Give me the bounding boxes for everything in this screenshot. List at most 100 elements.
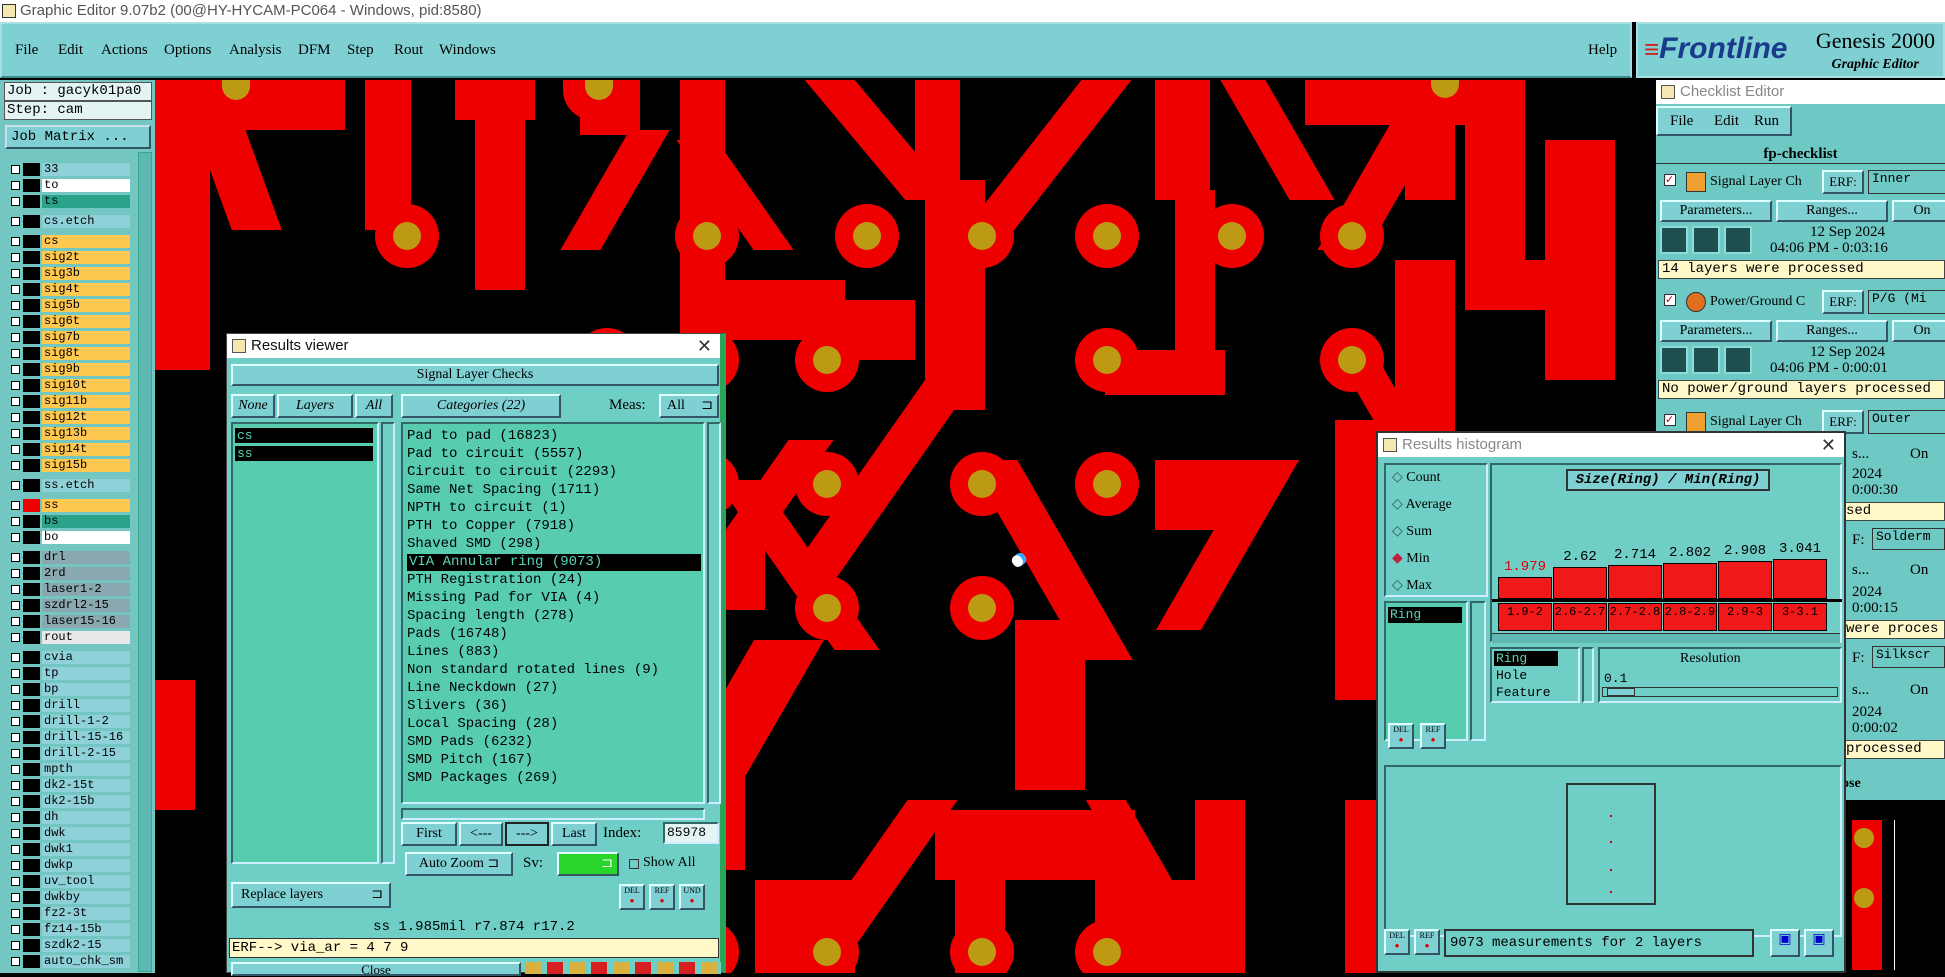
meas-dropdown[interactable]: All ⊐ [659, 394, 719, 418]
layer-checkbox[interactable] [11, 197, 20, 206]
close-button[interactable]: Close [231, 962, 521, 976]
layer-checkbox[interactable] [11, 569, 20, 578]
on-button[interactable]: On [1910, 446, 1928, 463]
metric-list[interactable]: Ring Hole Feature [1490, 647, 1580, 703]
check-enabled-checkbox[interactable]: ✓ [1664, 174, 1676, 186]
layer-row[interactable]: drill-15-16 [8, 730, 130, 745]
layer-row[interactable]: dk2-15t [8, 778, 130, 793]
category-item[interactable]: Shaved SMD (298) [407, 536, 541, 553]
close-icon[interactable]: ✕ [697, 334, 712, 358]
layer-name[interactable]: ss.etch [42, 479, 130, 492]
delete-icon[interactable]: DEL ● [1384, 929, 1410, 955]
plot-icon[interactable]: ▣ [1770, 929, 1800, 957]
metric-option[interactable]: Ring [1494, 651, 1558, 666]
category-item[interactable]: Spacing length (278) [407, 608, 575, 625]
layer-name[interactable]: sig5b [42, 299, 130, 312]
layer-name[interactable]: sig15b [42, 459, 130, 472]
on-button[interactable]: On [1892, 200, 1945, 222]
layer-row[interactable]: mpth [8, 762, 130, 777]
histogram-bar[interactable] [1553, 567, 1607, 599]
category-scrollbar[interactable] [707, 422, 721, 804]
layer-name[interactable]: drill-15-16 [42, 731, 130, 744]
layer-name[interactable]: dwkp [42, 859, 130, 872]
plot-icon[interactable]: ▣ [1804, 929, 1834, 957]
layer-name[interactable]: mpth [42, 763, 130, 776]
layer-checkbox[interactable] [11, 925, 20, 934]
layer-name[interactable]: bs [42, 515, 130, 528]
layer-list-scrollbar[interactable] [381, 422, 395, 864]
mode-radio-average[interactable]: ◇ Average [1392, 496, 1452, 513]
layer-checkbox[interactable] [11, 301, 20, 310]
last-button[interactable]: Last [551, 822, 597, 846]
histogram-list-scrollbar[interactable] [1470, 601, 1486, 741]
layer-checkbox[interactable] [11, 461, 20, 470]
layer-row[interactable]: sig4t [8, 282, 130, 297]
run-icon[interactable] [1660, 346, 1688, 374]
category-item[interactable]: SMD Packages (269) [407, 770, 558, 787]
layer-row[interactable]: ss.etch [8, 478, 130, 493]
layer-row[interactable]: dh [8, 810, 130, 825]
layer-result-item[interactable]: cs [235, 428, 373, 443]
layer-name[interactable]: sig6t [42, 315, 130, 328]
layer-name[interactable]: szdrl2-15 [42, 599, 130, 612]
layer-results-list[interactable]: cs ss [231, 422, 379, 864]
layer-name[interactable]: fz2-3t [42, 907, 130, 920]
layer-name[interactable]: cs [42, 235, 130, 248]
layer-checkbox[interactable] [11, 501, 20, 510]
index-field[interactable]: 85978 [663, 822, 719, 844]
layer-name[interactable]: rout [42, 631, 130, 644]
run-icon[interactable] [1692, 226, 1720, 254]
layer-name[interactable]: sig12t [42, 411, 130, 424]
metric-scrollbar[interactable] [1582, 647, 1594, 703]
layer-name[interactable]: 2rd [42, 567, 130, 580]
layer-checkbox[interactable] [11, 349, 20, 358]
layer-row[interactable]: cs.etch [8, 214, 130, 229]
layer-row[interactable]: dwkby [8, 890, 130, 905]
on-button[interactable]: On [1910, 562, 1928, 579]
histogram-bar[interactable] [1773, 559, 1827, 599]
ranges-button[interactable]: Ranges... [1776, 200, 1888, 222]
erf-value[interactable]: Silkscr [1872, 646, 1945, 668]
category-item[interactable]: Line Neckdown (27) [407, 680, 558, 697]
layer-row[interactable]: 33 [8, 162, 130, 177]
category-item[interactable]: PTH Registration (24) [407, 572, 583, 589]
prev-button[interactable]: <--- [459, 822, 503, 846]
layer-name[interactable]: dk2-15b [42, 795, 130, 808]
layer-checkbox[interactable] [11, 717, 20, 726]
layer-name[interactable]: dh [42, 811, 130, 824]
run-icon[interactable] [1692, 346, 1720, 374]
layer-checkbox[interactable] [11, 941, 20, 950]
layer-name[interactable]: drill-2-15 [42, 747, 130, 760]
menu-help[interactable]: Help [1588, 42, 1617, 59]
layer-checkbox[interactable] [11, 861, 20, 870]
parameters-button[interactable]: Parameters... [1660, 200, 1772, 222]
menu-edit[interactable]: Edit [58, 42, 83, 59]
category-hscrollbar[interactable] [401, 808, 705, 820]
layer-row[interactable]: sig2t [8, 250, 130, 265]
layer-row[interactable]: drill [8, 698, 130, 713]
resolution-slider[interactable] [1602, 687, 1838, 697]
layer-name[interactable]: cs.etch [42, 215, 130, 228]
layers-all-button[interactable]: All [355, 394, 393, 418]
category-item[interactable]: Circuit to circuit (2293) [407, 464, 617, 481]
layer-row[interactable]: laser15-16 [8, 614, 130, 629]
checklist-menu-file[interactable]: File [1670, 113, 1693, 130]
checklist-menu-run[interactable]: Run [1754, 113, 1779, 130]
layer-checkbox[interactable] [11, 429, 20, 438]
layer-name[interactable]: to [42, 179, 130, 192]
run-icon[interactable] [1724, 346, 1752, 374]
layer-row[interactable]: fz2-3t [8, 906, 130, 921]
menu-analysis[interactable]: Analysis [229, 42, 282, 59]
layer-row[interactable]: cvia [8, 650, 130, 665]
layer-row[interactable]: dk2-15b [8, 794, 130, 809]
layer-name[interactable]: fz14-15b [42, 923, 130, 936]
refresh-icon[interactable]: REF ● [1420, 723, 1446, 749]
layer-row[interactable]: sig13b [8, 426, 130, 441]
layer-name[interactable]: sig10t [42, 379, 130, 392]
layer-checkbox[interactable] [11, 813, 20, 822]
layer-checkbox[interactable] [11, 701, 20, 710]
layer-name[interactable]: sig3b [42, 267, 130, 280]
layer-checkbox[interactable] [11, 533, 20, 542]
layer-checkbox[interactable] [11, 237, 20, 246]
layer-name[interactable]: dwk [42, 827, 130, 840]
